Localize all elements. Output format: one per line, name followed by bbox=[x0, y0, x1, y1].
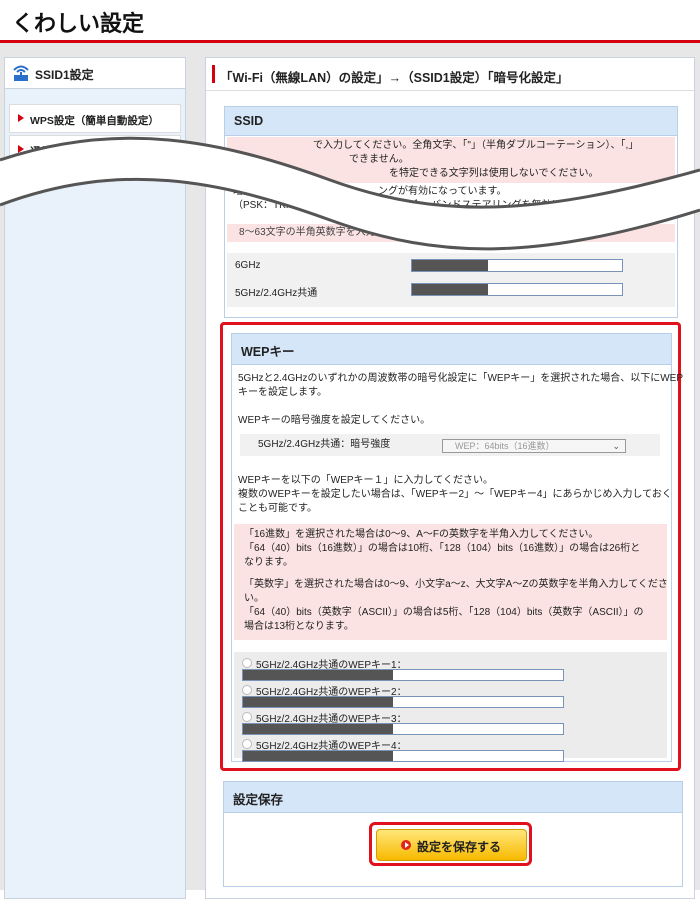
save-section: 設定保存 設定を保存する bbox=[223, 781, 683, 887]
save-button-label: 設定を保存する bbox=[417, 840, 502, 854]
wep-key-2-input[interactable] bbox=[242, 696, 564, 708]
wep-intro: 5GHzと2.4GHzのいずれかの周波数帯の暗号化設定に「WEPキー」を選択され… bbox=[238, 372, 684, 400]
wep-key-1-radio[interactable] bbox=[242, 658, 252, 668]
instruction-line: WEPキーを以下の「WEPキー１」に入力してください。 bbox=[238, 475, 493, 486]
wep-section: WEPキー 5GHzと2.4GHzのいずれかの周波数帯の暗号化設定に「WEPキー… bbox=[231, 333, 684, 762]
save-button-highlight: 設定を保存する bbox=[369, 822, 532, 866]
note-line: なります。 bbox=[244, 557, 293, 568]
top-bar: くわしい設定 bbox=[0, 0, 700, 43]
main-title: 「Wi-Fi（無線LAN）の設定」→（SSID1設定）「暗号化設定」 bbox=[206, 58, 694, 91]
wep-format-note: 「16進数」を選択された場合は0～9、A～Fの英数字を半角入力してください。 「… bbox=[234, 524, 668, 640]
note-line: 「64（40）bits（16進数）」の場合は10桁、「128（104）bits（… bbox=[244, 543, 641, 554]
wep-key-3-input[interactable] bbox=[242, 723, 564, 735]
intro-line: キーを設定します。 bbox=[238, 387, 327, 398]
chevron-down-icon: ⌄ bbox=[612, 441, 620, 451]
wifi-router-icon bbox=[13, 65, 29, 81]
select-value: WEP：64bits（16進数） bbox=[455, 441, 555, 451]
wep-key-row-2: 5GHz/2.4GHz共通のWEPキー2： bbox=[242, 683, 662, 711]
wep-heading: WEPキー bbox=[241, 345, 295, 359]
wep-key-row-4: 5GHz/2.4GHz共通のWEPキー4： bbox=[242, 737, 662, 765]
row-label: 5GHz/2.4GHz共通 bbox=[235, 288, 318, 299]
wep-key-row-3: 5GHz/2.4GHz共通のWEPキー3： bbox=[242, 710, 662, 738]
play-circle-icon bbox=[401, 840, 411, 850]
wep-key-2-radio[interactable] bbox=[242, 685, 252, 695]
key-instruction: WEPキーを以下の「WEPキー１」に入力してください。 複数のWEPキーを設定し… bbox=[238, 474, 672, 516]
save-section-header: 設定保存 bbox=[224, 782, 682, 813]
save-heading: 設定保存 bbox=[233, 793, 284, 807]
sidebar-heading-label: SSID1設定 bbox=[35, 68, 94, 82]
instruction-line: 複数のWEPキーを設定したい場合は、「WEPキー2」～「WEPキー4」にあらかじ… bbox=[238, 489, 672, 500]
intro-line: 5GHzと2.4GHzのいずれかの周波数帯の暗号化設定に「WEPキー」を選択され… bbox=[238, 373, 684, 384]
strength-instruction: WEPキーの暗号強度を設定してください。 bbox=[238, 415, 431, 426]
wep-key-4-input[interactable] bbox=[242, 750, 564, 762]
strength-row: 5GHz/2.4GHz共通：暗号強度 WEP：64bits（16進数） ⌄ bbox=[240, 434, 660, 456]
wep-section-header: WEPキー bbox=[232, 334, 671, 365]
instruction-line: ことも可能です。 bbox=[238, 503, 317, 514]
note-line: 「16進数」を選択された場合は0～9、A～Fの英数字を半角入力してください。 bbox=[244, 529, 599, 540]
page-break-wave-icon bbox=[0, 136, 700, 251]
note-line: 「英数字」を選択された場合は0～9、小文字a～z、大文字A～Zの英数字を半角入力… bbox=[244, 579, 668, 590]
note-line: 「64（40）bits（英数字（ASCII）」の場合は5桁、「128（104）b… bbox=[244, 607, 644, 618]
wep-highlight-box: WEPキー 5GHzと2.4GHzのいずれかの周波数帯の暗号化設定に「WEPキー… bbox=[220, 322, 684, 771]
wep-key-4-radio[interactable] bbox=[242, 739, 252, 749]
title-accent-bar bbox=[212, 65, 215, 83]
save-button[interactable]: 設定を保存する bbox=[376, 829, 527, 861]
wep-key-row-1: 5GHz/2.4GHz共通のWEPキー1： bbox=[242, 656, 662, 684]
ssid-row-5ghz: 5GHz/2.4GHz共通 bbox=[235, 281, 665, 303]
strength-select[interactable]: WEP：64bits（16進数） ⌄ bbox=[442, 439, 626, 453]
strength-label: 5GHz/2.4GHz共通：暗号強度 bbox=[258, 439, 391, 450]
main-title-text: 「Wi-Fi（無線LAN）の設定」→（SSID1設定）「暗号化設定」 bbox=[220, 71, 569, 85]
note-line: い。 bbox=[244, 593, 264, 604]
sidebar-heading: SSID1設定 bbox=[5, 58, 185, 89]
wep-key-1-input[interactable] bbox=[242, 669, 564, 681]
wep-keys-box: 5GHz/2.4GHz共通のWEPキー1： 5GHz/2.4GHz共通のWEPキ… bbox=[234, 652, 667, 762]
ssid-5ghz-input[interactable] bbox=[411, 283, 623, 296]
wep-key-3-radio[interactable] bbox=[242, 712, 252, 722]
note-line: 場合は13桁となります。 bbox=[244, 621, 354, 632]
page-title: くわしい設定 bbox=[12, 11, 145, 36]
